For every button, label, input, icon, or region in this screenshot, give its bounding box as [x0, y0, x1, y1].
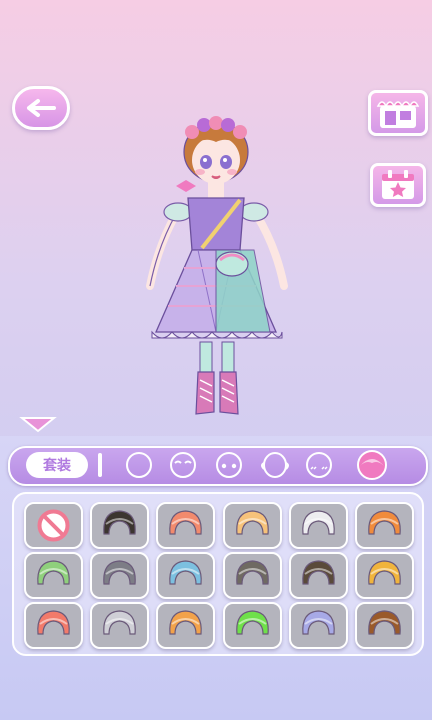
tab-outfit[interactable]: 套装 — [26, 452, 88, 478]
hair-option[interactable] — [24, 552, 83, 599]
hair-icon — [169, 610, 202, 635]
hair-option[interactable] — [355, 552, 414, 599]
hair-icon — [37, 560, 70, 585]
hair-option[interactable] — [156, 502, 215, 549]
hair-option[interactable] — [24, 602, 83, 649]
hair-icon — [368, 560, 401, 585]
hair-icon — [103, 610, 136, 635]
shop-icon — [376, 101, 420, 128]
hair-icon — [302, 610, 335, 635]
back-button[interactable] — [12, 86, 70, 130]
hair-icon — [169, 510, 202, 535]
calendar-button[interactable] — [370, 163, 426, 207]
hair-option[interactable] — [90, 602, 149, 649]
hair-option[interactable] — [90, 552, 149, 599]
hair-option[interactable] — [289, 552, 348, 599]
hair-option[interactable] — [90, 502, 149, 549]
hair-icon — [103, 510, 136, 535]
hair-icon — [169, 560, 202, 585]
hair-icon — [236, 560, 269, 585]
eyebrows-icon[interactable] — [166, 450, 200, 480]
hair-icon[interactable] — [352, 448, 392, 482]
hair-option[interactable] — [355, 502, 414, 549]
hair-option[interactable] — [223, 502, 282, 549]
no-hair-option[interactable] — [24, 502, 83, 549]
hair-option[interactable] — [289, 602, 348, 649]
blush-icon[interactable] — [302, 450, 336, 480]
hair-icon — [103, 560, 136, 585]
none-icon — [37, 509, 70, 542]
calendar-star-icon — [382, 170, 414, 199]
shop-button[interactable] — [368, 90, 428, 136]
hair-icon — [302, 560, 335, 585]
hair-icon — [236, 610, 269, 635]
character-doll — [146, 116, 288, 415]
hair-icon — [302, 510, 335, 535]
hair-option[interactable] — [156, 552, 215, 599]
eyes-icon[interactable] — [212, 450, 246, 480]
ears-icon[interactable] — [258, 450, 292, 480]
hair-option[interactable] — [289, 502, 348, 549]
triangle-down-icon — [19, 417, 57, 433]
tab-outfit-label: 套装 — [43, 458, 71, 474]
hair-option[interactable] — [355, 602, 414, 649]
hair-option[interactable] — [156, 602, 215, 649]
hair-icon — [236, 510, 269, 535]
collapse-panel-button[interactable] — [18, 414, 58, 434]
hair-icon — [368, 510, 401, 535]
hair-option[interactable] — [223, 552, 282, 599]
hair-option[interactable] — [223, 602, 282, 649]
arrow-left-icon — [27, 99, 56, 117]
category-divider — [98, 453, 102, 477]
hair-icon — [368, 610, 401, 635]
face-outline-icon[interactable] — [122, 450, 156, 480]
hair-icon — [37, 610, 70, 635]
